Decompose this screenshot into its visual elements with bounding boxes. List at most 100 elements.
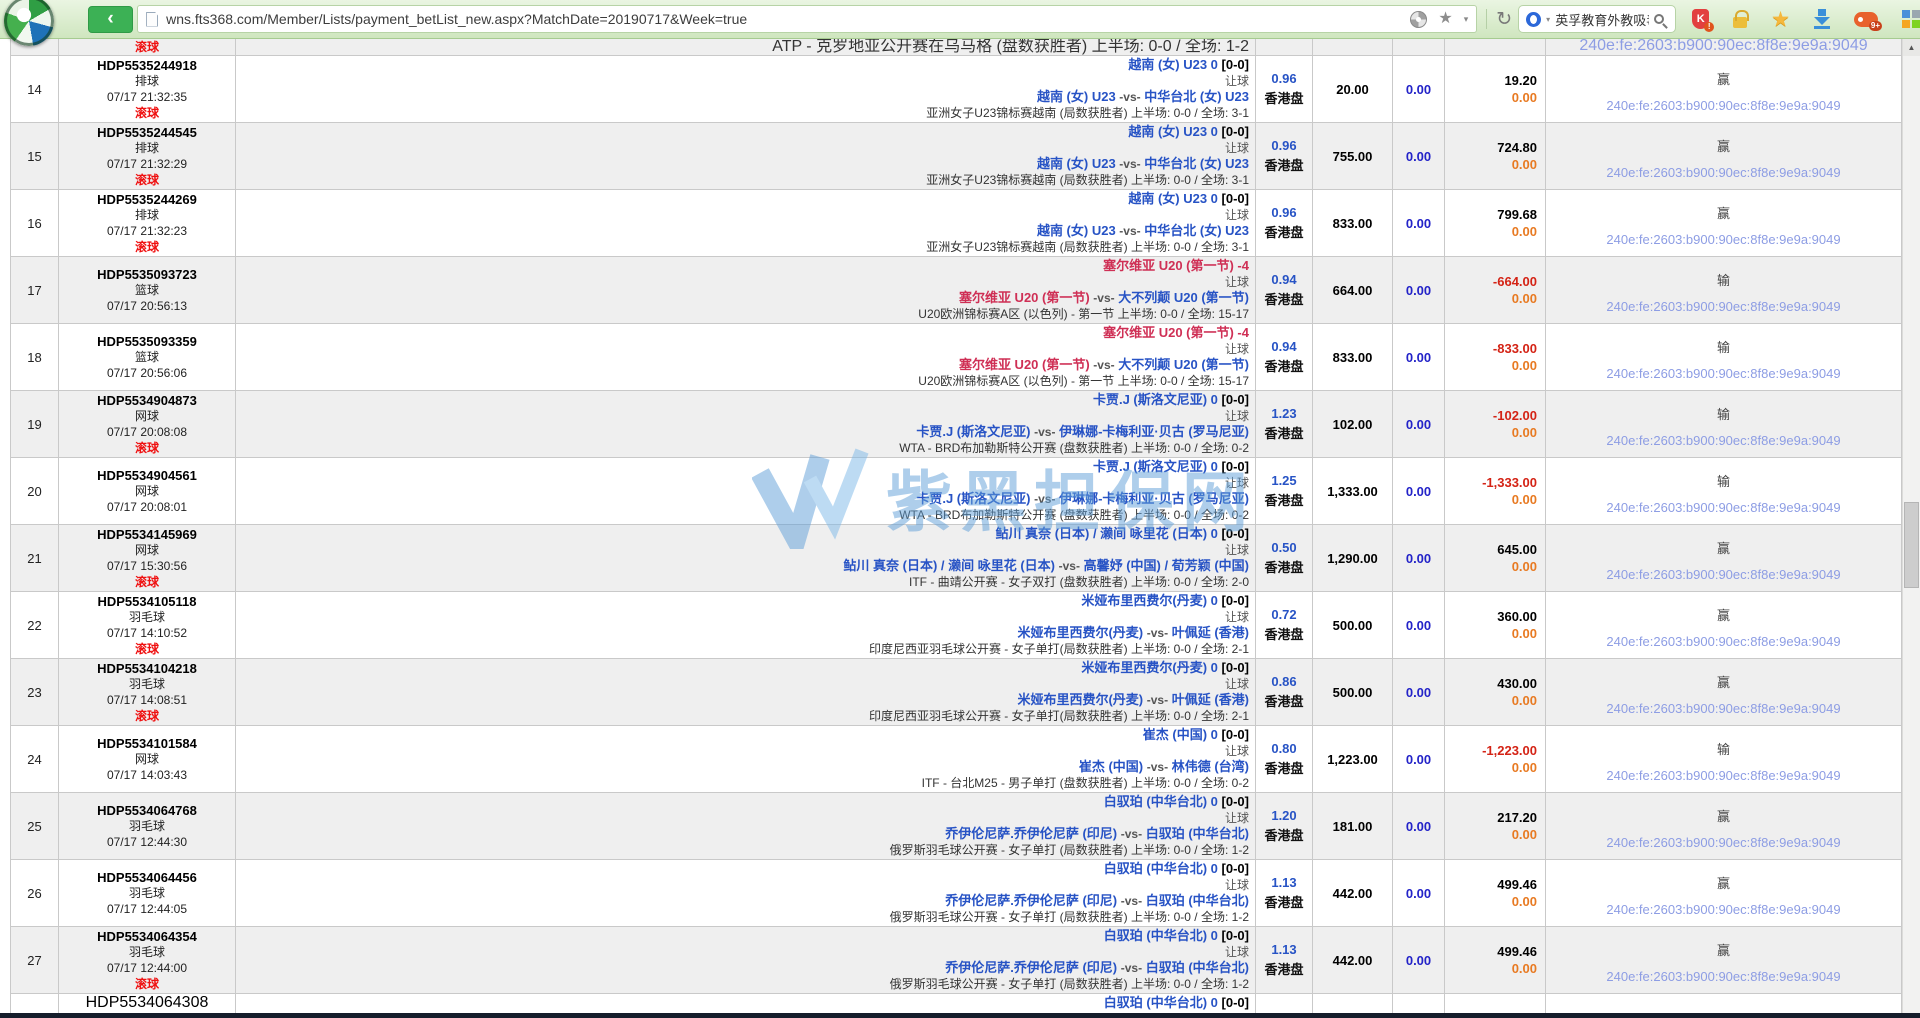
selection-score: [0-0] [1222, 392, 1249, 407]
odds-value: 0.86 [1271, 674, 1296, 689]
result-amount: 645.00 [1497, 542, 1537, 557]
match-cell: 白驭珀 (中华台北) 0 [0-0]让球乔伊伦尼萨.乔伊伦尼萨 (印尼) -vs… [236, 860, 1256, 926]
result-cell: 19.200.00 [1445, 56, 1546, 122]
selection-text: 越南 (女) U23 0 [1128, 124, 1218, 139]
outcome-label: 赢 [1717, 940, 1730, 959]
match-cell: ATP - 克罗地亚公开赛在乌马格 (盘数获胜者) 上半场: 0-0 / 全场:… [236, 39, 1256, 55]
stake-cell: 500.00 [1313, 592, 1393, 658]
bet-type: 让球 [1225, 274, 1249, 290]
bet-id: HDP5534064456 [97, 870, 197, 885]
lock-icon[interactable] [1733, 17, 1747, 28]
vertical-scrollbar[interactable]: ▲ [1902, 39, 1920, 1013]
bettor-ip: 240e:fe:2603:b900:90ec:8f8e:9e9a:9049 [1606, 232, 1840, 247]
bet-time: 07/17 15:30:56 [107, 559, 187, 574]
vs-label: -vs- [1093, 291, 1114, 305]
bet-time: 07/17 14:10:52 [107, 626, 187, 641]
status-cell: 赢240e:fe:2603:b900:90ec:8f8e:9e9a:9049 [1546, 525, 1902, 591]
league-line: ITF - 台北M25 - 男子单打 (盘数获胜者) 上半场: 0-0 / 全场… [922, 775, 1249, 791]
bet-selection: 塞尔维亚 U20 (第一节) -4 [1103, 258, 1249, 274]
stake-cell: 442.00 [1313, 860, 1393, 926]
bettor-ip: 240e:fe:2603:b900:90ec:8f8e:9e9a:9049 [1606, 835, 1840, 850]
row-number: 24 [11, 726, 59, 792]
league-line: 亚洲女子U23锦标赛越南 (局数获胜者) 上半场: 0-0 / 全场: 3-1 [926, 239, 1249, 255]
chevron-down-icon[interactable]: ▾ [1464, 14, 1469, 25]
table-row: 15HDP5535244545排球07/17 21:32:29滚球越南 (女) … [11, 123, 1902, 190]
download-icon[interactable] [1814, 9, 1830, 29]
home-team: 卡贾.J (斯洛文尼亚) [916, 491, 1030, 506]
result-cell: 430.000.00 [1445, 659, 1546, 725]
bettor-ip: 240e:fe:2603:b900:90ec:8f8e:9e9a:9049 [1606, 165, 1840, 180]
selection-score: [0-0] [1222, 794, 1249, 809]
table-row: 16HDP5535244269排球07/17 21:32:23滚球越南 (女) … [11, 190, 1902, 257]
commission-cell: 0.00 [1393, 257, 1445, 323]
home-team: 越南 (女) U23 [1037, 156, 1116, 171]
back-button[interactable]: ‹ [88, 6, 133, 33]
outcome-label: 赢 [1717, 136, 1730, 155]
bet-id-cell: HDP5535093723篮球07/17 20:56:13 [59, 257, 236, 323]
search-engine-caret-icon[interactable]: ▾ [1546, 15, 1550, 24]
matchup-line: 越南 (女) U23 -vs- 中华台北 (女) U23 [1037, 156, 1249, 172]
outcome-label: 输 [1717, 270, 1730, 289]
vs-label: -vs- [1034, 492, 1055, 506]
search-input[interactable]: ▾ 英孚教育外教吸毒 [1518, 5, 1676, 33]
market-type: 香港盘 [1264, 825, 1303, 844]
result-cell: -102.000.00 [1445, 391, 1546, 457]
result-amount: 799.68 [1497, 207, 1537, 222]
market-type: 香港盘 [1264, 356, 1303, 375]
result-cell: 645.00 0.00 [1445, 525, 1546, 591]
scrollbar-thumb[interactable] [1904, 502, 1919, 588]
market-type: 香港盘 [1264, 423, 1303, 442]
market-type: 香港盘 [1264, 959, 1303, 978]
bet-id: HDP5534904873 [97, 393, 197, 408]
refresh-icon[interactable]: ↻ [1496, 10, 1512, 29]
games-icon[interactable]: 9+ [1854, 12, 1878, 27]
odds-cell: 0.96香港盘 [1256, 123, 1313, 189]
status-cell: 赢240e:fe:2603:b900:90ec:8f8e:9e9a:9049 [1546, 659, 1902, 725]
bet-id-cell: HDP5535093359篮球07/17 20:56:06 [59, 324, 236, 390]
scrollbar-up-arrow[interactable]: ▲ [1903, 39, 1920, 56]
odds-value: 1.20 [1271, 808, 1296, 823]
status-cell: 赢240e:fe:2603:b900:90ec:8f8e:9e9a:9049 [1546, 56, 1902, 122]
result-secondary: 0.00 [1512, 559, 1537, 574]
bettor-ip: 240e:fe:2603:b900:90ec:8f8e:9e9a:9049 [1606, 701, 1840, 716]
bet-table-body: 14HDP5535244918排球07/17 21:32:35滚球越南 (女) … [11, 56, 1902, 994]
odds-cell: 0.80香港盘 [1256, 726, 1313, 792]
matchup-line: 卡贾.J (斯洛文尼亚) -vs- 伊琳娜-卡梅利亚·贝古 (罗马尼亚) [916, 491, 1249, 507]
result-cell: -664.000.00 [1445, 257, 1546, 323]
baidu-search-icon[interactable] [1526, 12, 1541, 27]
commission-cell: 0.00 [1393, 726, 1445, 792]
bet-time: 07/17 20:56:06 [107, 366, 187, 381]
league-line: 俄罗斯羽毛球公开赛 - 女子单打 (局数获胜者) 上半场: 0-0 / 全场: … [890, 909, 1249, 925]
security-shield-icon[interactable]: K ! [1692, 9, 1709, 29]
table-row: 18HDP5535093359篮球07/17 20:56:06塞尔维亚 U20 … [11, 324, 1902, 391]
bet-time: 07/17 12:44:30 [107, 835, 187, 850]
pinwheel-icon[interactable] [1410, 11, 1427, 28]
odds-cell: 0.72香港盘 [1256, 592, 1313, 658]
stake-cell: 442.00 [1313, 927, 1393, 993]
bet-type: 让球 [1225, 341, 1249, 357]
match-cell: 越南 (女) U23 0 [0-0]让球越南 (女) U23 -vs- 中华台北… [236, 123, 1256, 189]
address-bar[interactable]: wns.fts368.com/Member/Lists/payment_betL… [137, 5, 1477, 33]
bookmark-star-icon[interactable]: ★ [1438, 11, 1452, 27]
apps-grid-icon[interactable] [1902, 10, 1920, 28]
row-number [11, 994, 59, 1013]
bet-id-cell: HDP5534101584网球07/17 14:03:43 [59, 726, 236, 792]
table-row: 25HDP5534064768羽毛球07/17 12:44:30白驭珀 (中华台… [11, 793, 1902, 860]
odds-cell: 1.23香港盘 [1256, 391, 1313, 457]
row-number: 17 [11, 257, 59, 323]
market-type: 香港盘 [1264, 892, 1303, 911]
sport-label: 羽毛球 [129, 945, 165, 960]
odds-cell: 0.96香港盘 [1256, 190, 1313, 256]
bettor-ip: 240e:fe:2603:b900:90ec:8f8e:9e9a:9049 [1606, 902, 1840, 917]
stake-cell: 102.00 [1313, 391, 1393, 457]
selection-score: [0-0] [1222, 861, 1249, 876]
league-line: U20欧洲锦标赛A区 (以色列) - 第一节 上半场: 0-0 / 全场: 15… [918, 373, 1249, 389]
favorites-star-icon[interactable]: ★ [1771, 9, 1790, 30]
match-cell: 塞尔维亚 U20 (第一节) -4让球塞尔维亚 U20 (第一节) -vs- 大… [236, 257, 1256, 323]
sport-label: 排球 [135, 208, 159, 223]
sport-label: 排球 [135, 74, 159, 89]
result-secondary: 0.00 [1512, 894, 1537, 909]
search-icon[interactable] [1654, 14, 1664, 24]
table-row: 14HDP5535244918排球07/17 21:32:35滚球越南 (女) … [11, 56, 1902, 123]
table-row: 27HDP5534064354羽毛球07/17 12:44:00滚球白驭珀 (中… [11, 927, 1902, 994]
